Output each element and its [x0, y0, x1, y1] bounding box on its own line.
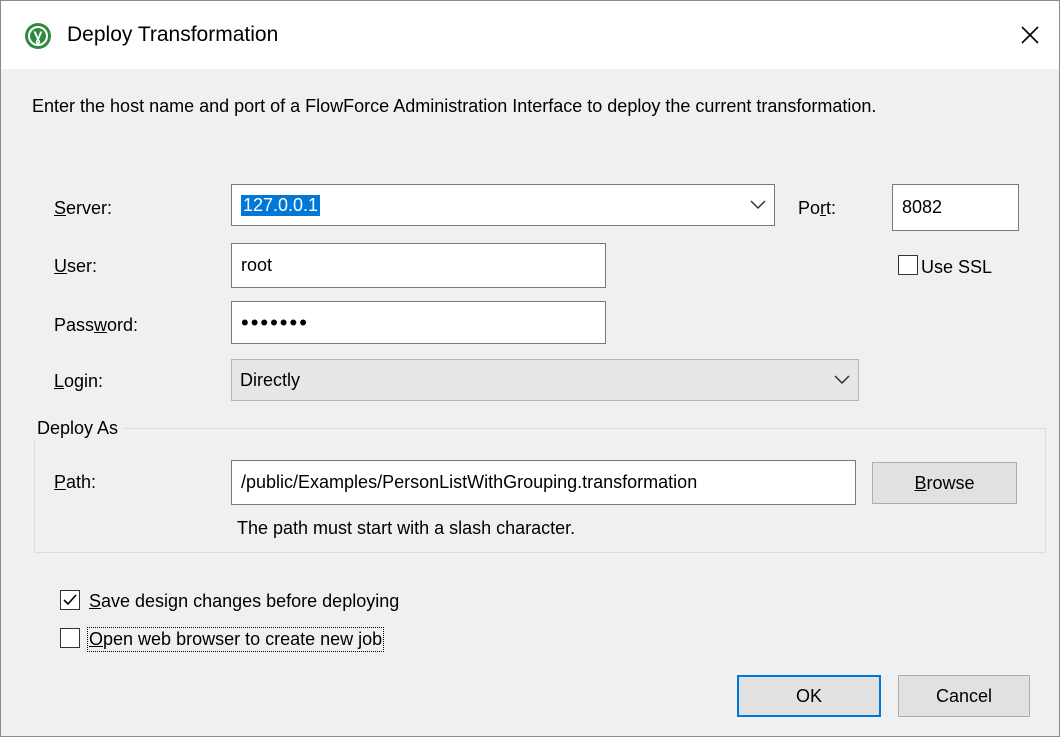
open-browser-checkbox[interactable]	[60, 628, 80, 648]
path-input[interactable]: /public/Examples/PersonListWithGrouping.…	[231, 460, 856, 505]
port-input[interactable]: 8082	[892, 184, 1019, 231]
use-ssl-checkbox[interactable]	[898, 255, 918, 275]
chevron-down-icon[interactable]	[750, 200, 766, 210]
path-hint: The path must start with a slash charact…	[237, 518, 576, 538]
save-changes-checkbox[interactable]	[60, 590, 80, 610]
login-select-value: Directly	[240, 369, 301, 390]
login-select[interactable]: Directly	[231, 359, 859, 401]
password-input[interactable]: •••••••	[231, 301, 606, 344]
path-label: Path:	[54, 472, 97, 492]
save-changes-label: Save design changes before deploying	[89, 591, 400, 611]
deploy-transformation-dialog: Ɣ Deploy Transformation Enter the host n…	[0, 0, 1060, 737]
login-label: Login:	[54, 371, 104, 391]
user-label: User:	[54, 256, 98, 276]
use-ssl-label: Use SSL	[921, 257, 993, 277]
browse-button[interactable]: Browse	[872, 462, 1017, 504]
cancel-button[interactable]: Cancel	[898, 675, 1030, 717]
password-label: Password:	[54, 315, 139, 335]
chevron-down-icon	[834, 375, 850, 385]
intro-text: Enter the host name and port of a FlowFo…	[32, 96, 877, 116]
server-label: Server:	[54, 198, 113, 218]
checkmark-icon	[63, 594, 77, 606]
open-browser-label: Open web browser to create new job	[86, 627, 385, 652]
title-bar: Ɣ Deploy Transformation	[1, 1, 1059, 69]
ok-button[interactable]: OK	[737, 675, 881, 717]
close-button[interactable]	[1001, 1, 1059, 69]
port-label: Port:	[798, 198, 837, 218]
deploy-as-legend: Deploy As	[31, 418, 125, 439]
server-input[interactable]: 127.0.0.1	[241, 194, 321, 216]
altova-mapforce-icon: Ɣ	[25, 23, 51, 49]
user-input[interactable]: root	[231, 243, 606, 288]
window-title: Deploy Transformation	[67, 23, 279, 46]
server-combobox[interactable]: 127.0.0.1	[231, 184, 775, 226]
close-icon	[1021, 26, 1039, 44]
